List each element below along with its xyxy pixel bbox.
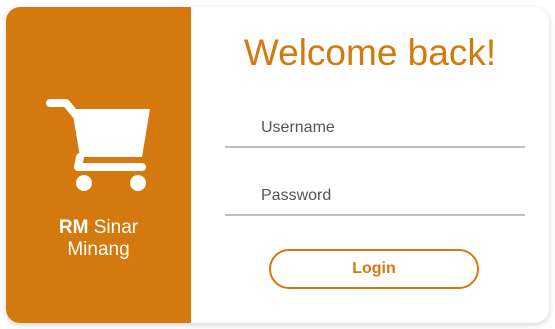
brand-name: RM Sinar Minang: [6, 217, 191, 261]
login-card: RM Sinar Minang Welcome back! Login: [6, 7, 549, 323]
brand-name-rest: Sinar: [93, 217, 139, 238]
username-input[interactable]: [225, 110, 525, 146]
password-field-wrapper: [225, 178, 525, 216]
brand-name-bold: RM: [58, 217, 89, 238]
shopping-cart-icon: [46, 99, 150, 191]
username-field-wrapper: [225, 110, 525, 148]
page-title: Welcome back!: [243, 32, 497, 73]
password-input[interactable]: [225, 178, 525, 214]
brand-sidebar: RM Sinar Minang: [6, 7, 191, 323]
login-button[interactable]: Login: [269, 249, 479, 289]
brand-name-line2: Minang: [67, 239, 130, 260]
login-form: Welcome back! Login: [191, 7, 549, 323]
